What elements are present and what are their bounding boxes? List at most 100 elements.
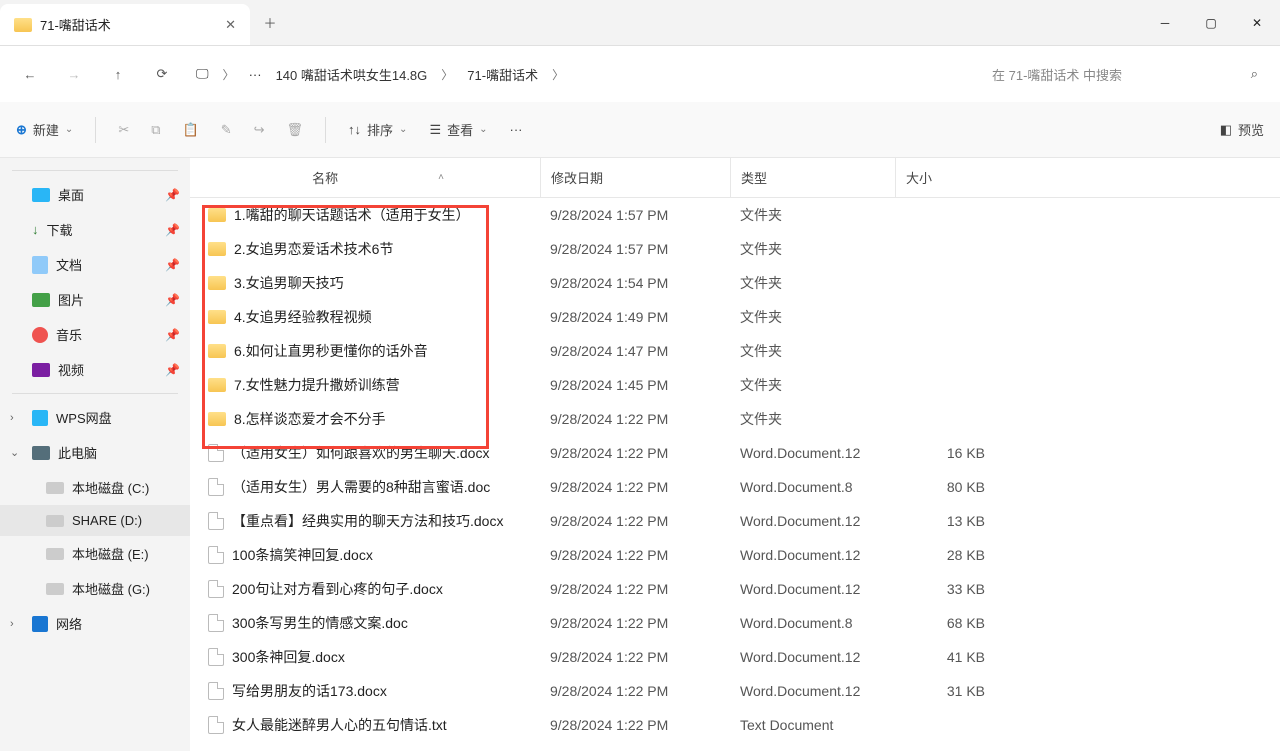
file-date: 9/28/2024 1:45 PM: [540, 377, 730, 393]
file-date: 9/28/2024 1:22 PM: [540, 717, 730, 733]
file-type: 文件夹: [730, 409, 895, 429]
table-row[interactable]: （适用女生）男人需要的8种甜言蜜语.doc9/28/2024 1:22 PMWo…: [190, 470, 1280, 504]
file-date: 9/28/2024 1:22 PM: [540, 479, 730, 495]
sidebar-item-wps[interactable]: ›WPS网盘: [0, 400, 190, 435]
table-row[interactable]: 女人最能迷醉男人心的五句情话.txt9/28/2024 1:22 PMText …: [190, 708, 1280, 742]
pin-icon: 📌: [165, 363, 180, 377]
breadcrumb-dots[interactable]: ···: [249, 67, 262, 82]
sidebar-label: 音乐: [56, 325, 82, 344]
cut-button[interactable]: ✂: [118, 122, 129, 138]
wps-icon: [32, 410, 48, 426]
table-row[interactable]: 3.女追男聊天技巧9/28/2024 1:54 PM文件夹: [190, 266, 1280, 300]
sidebar-item-thispc[interactable]: ⌄此电脑: [0, 435, 190, 470]
column-name[interactable]: 名称˄: [190, 158, 540, 197]
file-type: Word.Document.12: [730, 683, 895, 699]
drive-icon: [46, 583, 64, 595]
column-date[interactable]: 修改日期: [540, 158, 730, 197]
sidebar-item-drive-d[interactable]: SHARE (D:): [0, 505, 190, 536]
preview-button[interactable]: ◧ 预览: [1220, 120, 1264, 139]
file-date: 9/28/2024 1:22 PM: [540, 411, 730, 427]
sort-label: 排序: [367, 120, 393, 139]
sidebar-item-videos[interactable]: 视频📌: [0, 352, 190, 387]
rename-button[interactable]: ✎: [221, 122, 232, 138]
up-button[interactable]: ↑: [98, 54, 138, 94]
file-name: 300条写男生的情感文案.doc: [232, 613, 408, 633]
paste-button[interactable]: 📋: [183, 122, 199, 138]
address-bar[interactable]: 🖵 〉 ··· 140 嘴甜话术哄女生14.8G 〉 71-嘴甜话术 〉: [186, 65, 968, 84]
breadcrumb-segment[interactable]: 140 嘴甜话术哄女生14.8G: [276, 65, 428, 84]
view-label: 查看: [447, 120, 473, 139]
new-tab-button[interactable]: ＋: [250, 0, 290, 45]
search-input[interactable]: 在 71-嘴甜话术 中搜索 ⌕: [980, 57, 1270, 91]
folder-icon: [208, 242, 226, 256]
folder-icon: [208, 276, 226, 290]
view-button[interactable]: ☰ 查看 ⌄: [429, 120, 487, 139]
back-button[interactable]: ←: [10, 54, 50, 94]
new-button[interactable]: ⊕ 新建 ⌄: [16, 120, 73, 139]
sidebar-item-drive-c[interactable]: 本地磁盘 (C:): [0, 470, 190, 505]
sidebar-item-music[interactable]: 音乐 📌: [0, 317, 190, 352]
table-row[interactable]: 7.女性魅力提升撒娇训练营 9/28/2024 1:45 PM文件夹: [190, 368, 1280, 402]
file-type: Text Document: [730, 717, 895, 733]
pictures-icon: [32, 293, 50, 307]
separator: [95, 117, 96, 143]
table-row[interactable]: 1.嘴甜的聊天话题话术（适用于女生）9/28/2024 1:57 PM文件夹: [190, 198, 1280, 232]
document-icon: [208, 580, 224, 598]
sidebar-item-documents[interactable]: 文档📌: [0, 247, 190, 282]
file-type: 文件夹: [730, 375, 895, 395]
separator: [12, 170, 178, 171]
folder-icon: [208, 344, 226, 358]
table-row[interactable]: 200句让对方看到心疼的句子.docx9/28/2024 1:22 PMWord…: [190, 572, 1280, 606]
tab-close-icon[interactable]: ✕: [225, 17, 236, 33]
preview-icon: ◧: [1220, 122, 1232, 138]
window-controls: ─ ▢ ✕: [1142, 0, 1280, 45]
pin-icon: 📌: [165, 258, 180, 272]
document-icon: [208, 648, 224, 666]
table-row[interactable]: 4.女追男经验教程视频9/28/2024 1:49 PM文件夹: [190, 300, 1280, 334]
sidebar-item-drive-g[interactable]: 本地磁盘 (G:): [0, 571, 190, 606]
table-row[interactable]: 写给男朋友的话173.docx9/28/2024 1:22 PMWord.Doc…: [190, 674, 1280, 708]
separator: [325, 117, 326, 143]
column-size[interactable]: 大小: [895, 158, 1005, 197]
table-row[interactable]: （适用女生）如何跟喜欢的男生聊天.docx9/28/2024 1:22 PMWo…: [190, 436, 1280, 470]
table-row[interactable]: 300条神回复.docx9/28/2024 1:22 PMWord.Docume…: [190, 640, 1280, 674]
table-row[interactable]: 【重点看】经典实用的聊天方法和技巧.docx9/28/2024 1:22 PMW…: [190, 504, 1280, 538]
refresh-button[interactable]: ⟳: [142, 54, 182, 94]
sidebar-item-desktop[interactable]: 桌面📌: [0, 177, 190, 212]
sort-button[interactable]: ↑↓ 排序 ⌄: [348, 120, 407, 139]
chevron-down-icon: ⌄: [10, 446, 24, 459]
file-size: 68 KB: [895, 615, 1005, 631]
file-name: 7.女性魅力提升撒娇训练营: [234, 375, 400, 395]
share-button[interactable]: ↪: [254, 122, 265, 138]
file-name: （适用女生）男人需要的8种甜言蜜语.doc: [232, 477, 490, 497]
file-type: Word.Document.12: [730, 513, 895, 529]
forward-button[interactable]: →: [54, 54, 94, 94]
sidebar-item-drive-e[interactable]: 本地磁盘 (E:): [0, 536, 190, 571]
download-icon: ↓: [32, 222, 39, 237]
tab-current[interactable]: 71-嘴甜话术 ✕: [0, 4, 250, 45]
table-row[interactable]: 100条搞笑神回复.docx9/28/2024 1:22 PMWord.Docu…: [190, 538, 1280, 572]
folder-icon: [208, 412, 226, 426]
document-icon: [208, 716, 224, 734]
copy-button[interactable]: ⧉: [151, 122, 160, 138]
breadcrumb-segment[interactable]: 71-嘴甜话术: [467, 65, 538, 84]
maximize-button[interactable]: ▢: [1188, 0, 1234, 45]
table-row[interactable]: 300条写男生的情感文案.doc9/28/2024 1:22 PMWord.Do…: [190, 606, 1280, 640]
table-row[interactable]: 8.怎样谈恋爱才会不分手9/28/2024 1:22 PM文件夹: [190, 402, 1280, 436]
search-placeholder: 在 71-嘴甜话术 中搜索: [992, 65, 1122, 84]
drive-icon: [46, 482, 64, 494]
column-type[interactable]: 类型: [730, 158, 895, 197]
minimize-button[interactable]: ─: [1142, 0, 1188, 45]
pin-icon: 📌: [165, 328, 180, 342]
sidebar-item-network[interactable]: ›网络: [0, 606, 190, 641]
sidebar-item-pictures[interactable]: 图片📌: [0, 282, 190, 317]
sidebar-label: 本地磁盘 (G:): [72, 579, 150, 598]
table-row[interactable]: 6.如何让直男秒更懂你的话外音9/28/2024 1:47 PM文件夹: [190, 334, 1280, 368]
sidebar-label: 下载: [47, 220, 73, 239]
delete-button[interactable]: 🗑: [287, 122, 304, 138]
more-button[interactable]: ···: [510, 122, 523, 137]
sidebar-item-downloads[interactable]: ↓下载📌: [0, 212, 190, 247]
table-row[interactable]: 2.女追男恋爱话术技术6节9/28/2024 1:57 PM文件夹: [190, 232, 1280, 266]
close-button[interactable]: ✕: [1234, 0, 1280, 45]
desktop-icon: [32, 188, 50, 202]
